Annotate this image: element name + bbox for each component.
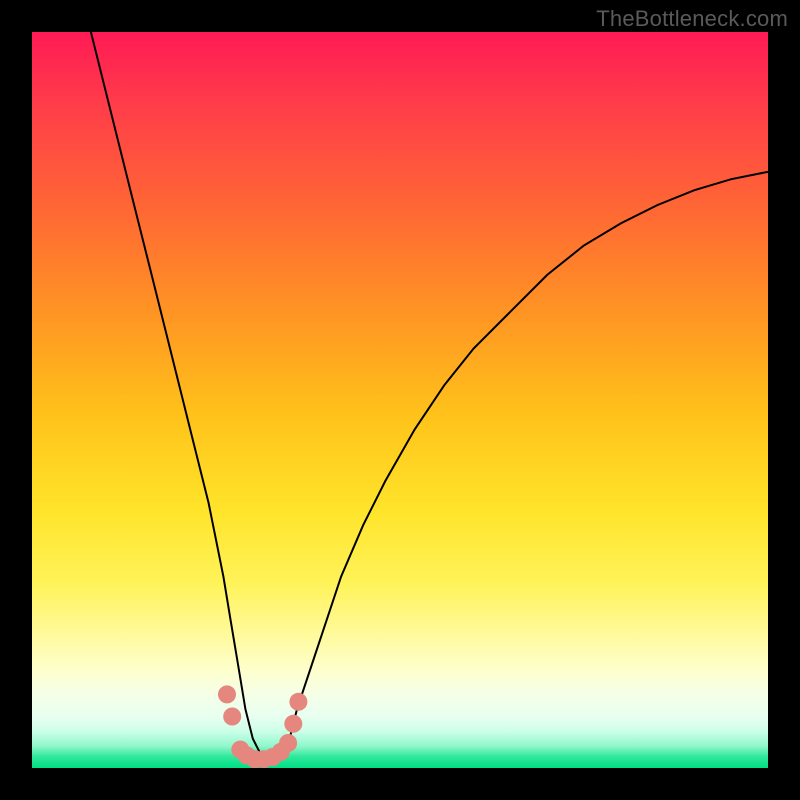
data-marker — [279, 734, 297, 752]
watermark-text: TheBottleneck.com — [596, 6, 788, 32]
data-marker — [223, 708, 241, 726]
marker-layer — [218, 685, 307, 768]
bottleneck-curve-svg — [32, 32, 768, 768]
data-marker — [284, 715, 302, 733]
chart-frame: TheBottleneck.com — [0, 0, 800, 800]
data-marker — [289, 693, 307, 711]
data-marker — [218, 685, 236, 703]
plot-area — [32, 32, 768, 768]
curve-layer — [91, 32, 768, 761]
bottleneck-curve-path — [91, 32, 768, 761]
